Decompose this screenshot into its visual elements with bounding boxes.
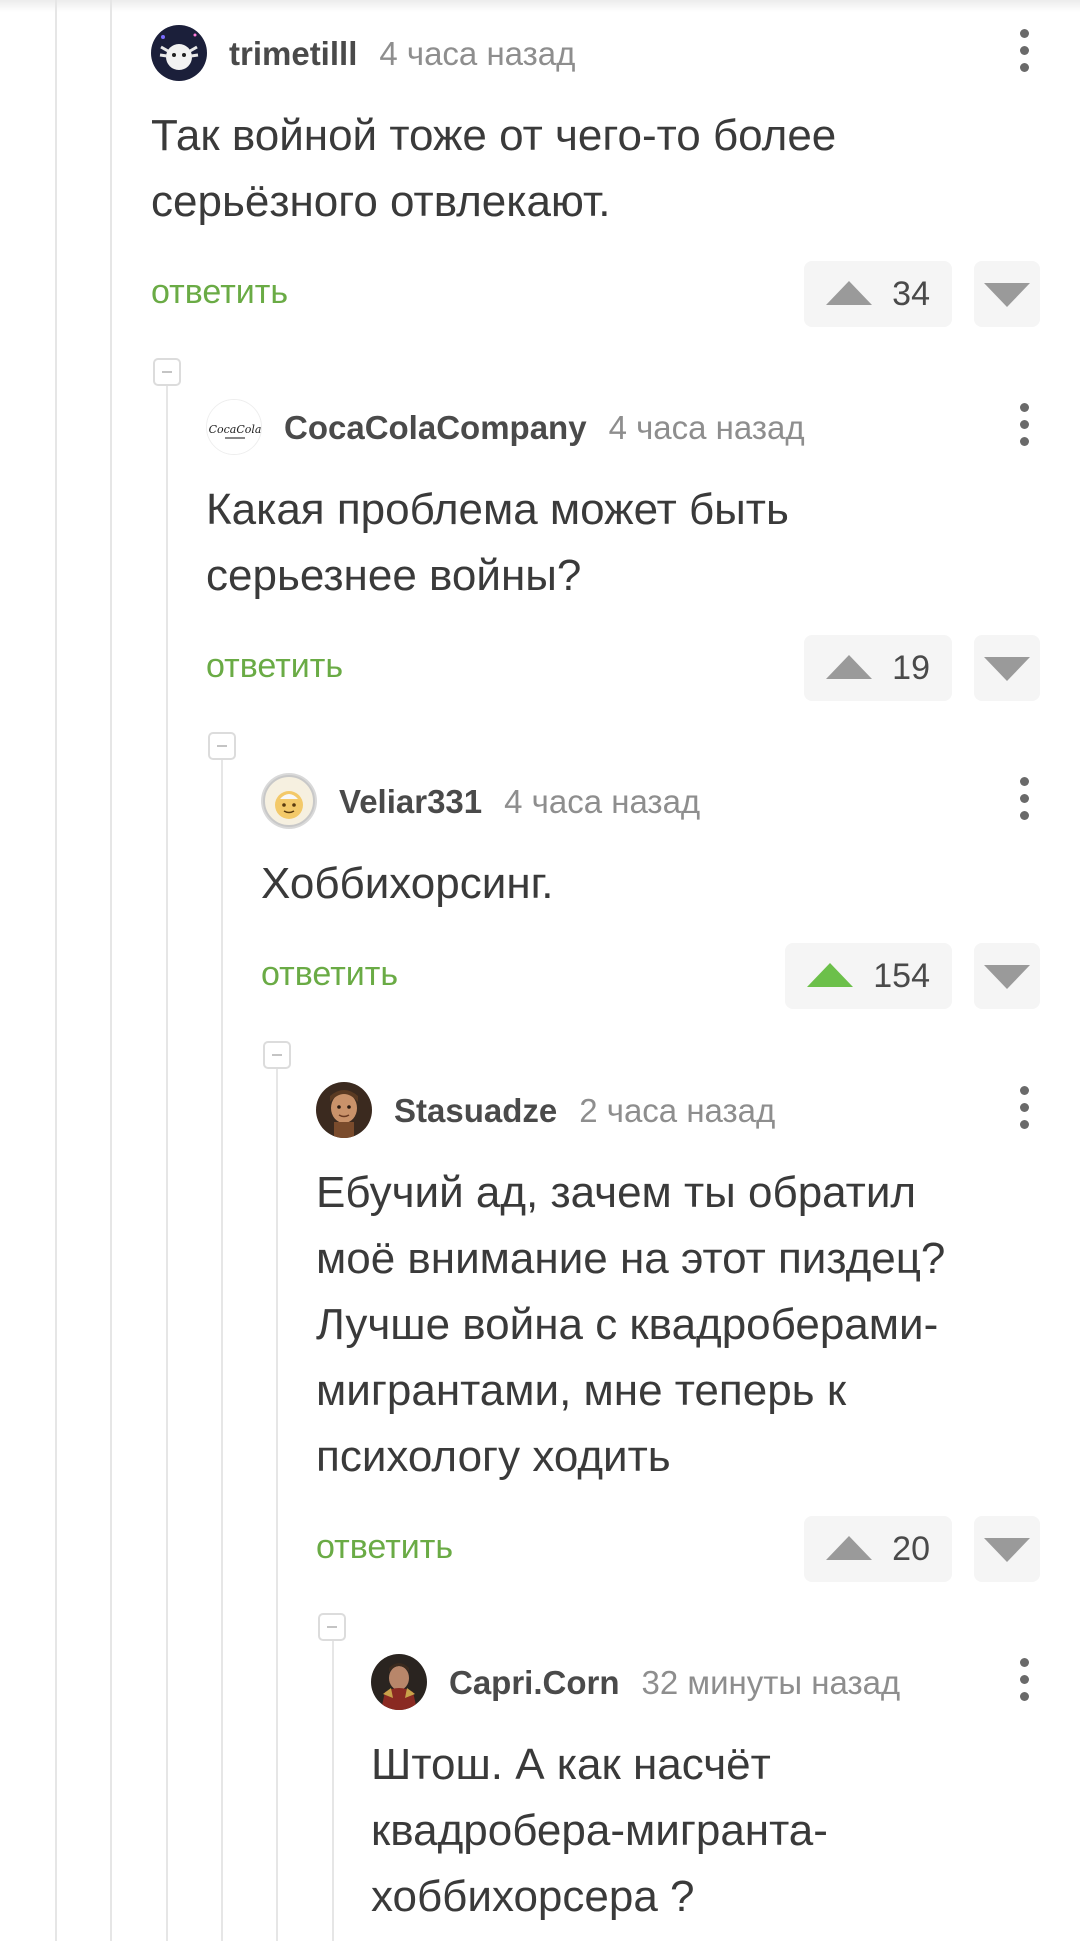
thread-line-level-4 [221,760,223,1941]
comment: trimetilll 4 часа назад Так войной тоже о… [151,25,1040,327]
comments-page: trimetilll 4 часа назад Так войной тоже о… [0,0,1080,1941]
coca-cola-logo-icon: CocaCola [207,400,262,454]
thread-line-level-5 [276,1069,278,1941]
username-text[interactable]: CocaColaCompany [284,409,587,446]
comment-header: CocaCola CocaColaCompany 4 часа назад [206,399,1040,455]
upvote-icon[interactable] [807,963,854,987]
username[interactable]: CocaColaCompany 4 часа назад [284,409,805,447]
username[interactable]: Stasuadze 2 часа назад [394,1092,775,1130]
more-vertical-icon[interactable] [1018,777,1030,825]
downvote-icon[interactable] [984,657,1030,681]
username-text[interactable]: Stasuadze [394,1092,557,1129]
comment-header: trimetilll 4 часа назад [151,25,1040,81]
comment: Veliar331 4 часа назад Хоббихорсинг. отве… [261,773,1040,1009]
comment-header: Stasuadze 2 часа назад [316,1082,1040,1138]
timestamp: 4 часа назад [608,409,805,446]
collapse-thread-button[interactable] [263,1041,291,1069]
comment-footer: ответить 19 [206,635,1040,701]
avatar[interactable] [151,25,207,81]
timestamp: 4 часа назад [504,783,701,820]
avatar[interactable] [371,1654,427,1710]
username[interactable]: trimetilll 4 часа назад [229,35,575,73]
collapse-thread-button[interactable] [208,732,236,760]
avatar-logo-text: CocaCola [209,423,262,436]
comment-header: Capri.Corn 32 минуты назад [371,1654,1040,1710]
username[interactable]: Capri.Corn 32 минуты назад [449,1664,900,1702]
comment-text: Так войной тоже от чего-то более серьёзн… [151,111,837,226]
axolotl-avatar-icon [151,25,207,81]
upvote-button[interactable]: 19 [804,635,952,701]
portrait-photo-avatar-icon [316,1082,372,1138]
downvote-icon[interactable] [984,283,1030,307]
comment-footer: ответить 154 [261,943,1040,1009]
more-vertical-icon[interactable] [1018,29,1030,77]
comment-text: Ебучий ад, зачем ты обратил моё внимание… [316,1168,946,1481]
vote-count: 34 [892,274,930,313]
timestamp: 4 часа назад [379,35,576,72]
upvote-icon[interactable] [826,281,873,305]
comment-text: Какая проблема может быть серьезнее войн… [206,485,789,600]
reply-link[interactable]: ответить [206,647,343,686]
comment-footer: ответить 34 [151,261,1040,327]
comment-footer: ответить 20 [316,1516,1040,1582]
downvote-icon[interactable] [984,1538,1030,1562]
vote-count: 20 [892,1529,930,1568]
comment: Stasuadze 2 часа назад Ебучий ад, зачем т… [316,1082,1040,1582]
more-vertical-icon[interactable] [1018,1086,1030,1134]
more-vertical-icon[interactable] [1018,403,1030,451]
downvote-button[interactable] [974,1516,1040,1582]
comment-text: Штош. А как насчёт квадробера-мигранта- … [371,1740,828,1921]
upvote-button[interactable]: 154 [785,943,952,1009]
reply-link[interactable]: ответить [316,1528,453,1567]
cartoon-face-avatar-icon [261,773,317,829]
vote-count: 154 [873,956,930,995]
upvote-button[interactable]: 34 [804,261,952,327]
thread-line-level-3 [166,386,168,1941]
avatar[interactable]: CocaCola [206,399,262,455]
thread-line-level-6 [332,1641,334,1941]
reply-link[interactable]: ответить [261,955,398,994]
upvote-icon[interactable] [826,655,873,679]
vote-count: 19 [892,648,930,687]
timestamp: 2 часа назад [579,1092,776,1129]
reply-link[interactable]: ответить [151,273,288,312]
downvote-button[interactable] [974,943,1040,1009]
username-text[interactable]: Veliar331 [339,783,482,820]
comment: Capri.Corn 32 минуты назад Штош. А как на… [371,1654,1040,1930]
collapse-thread-button[interactable] [153,358,181,386]
timestamp: 32 минуты назад [641,1664,901,1701]
armored-character-avatar-icon [371,1654,427,1710]
avatar[interactable] [261,773,317,829]
username[interactable]: Veliar331 4 часа назад [339,783,700,821]
username-text[interactable]: trimetilll [229,35,357,72]
top-shadow [0,0,1080,12]
username-text[interactable]: Capri.Corn [449,1664,620,1701]
thread-line-level-1 [55,0,57,1941]
comment-header: Veliar331 4 часа назад [261,773,1040,829]
thread-line-level-2 [110,0,112,1941]
upvote-icon[interactable] [826,1536,873,1560]
comment: CocaCola CocaColaCompany 4 часа назад Как… [206,399,1040,701]
comment-text: Хоббихорсинг. [261,859,554,908]
downvote-button[interactable] [974,261,1040,327]
collapse-thread-button[interactable] [318,1613,346,1641]
avatar[interactable] [316,1082,372,1138]
downvote-button[interactable] [974,635,1040,701]
downvote-icon[interactable] [984,965,1030,989]
more-vertical-icon[interactable] [1018,1658,1030,1706]
upvote-button[interactable]: 20 [804,1516,952,1582]
